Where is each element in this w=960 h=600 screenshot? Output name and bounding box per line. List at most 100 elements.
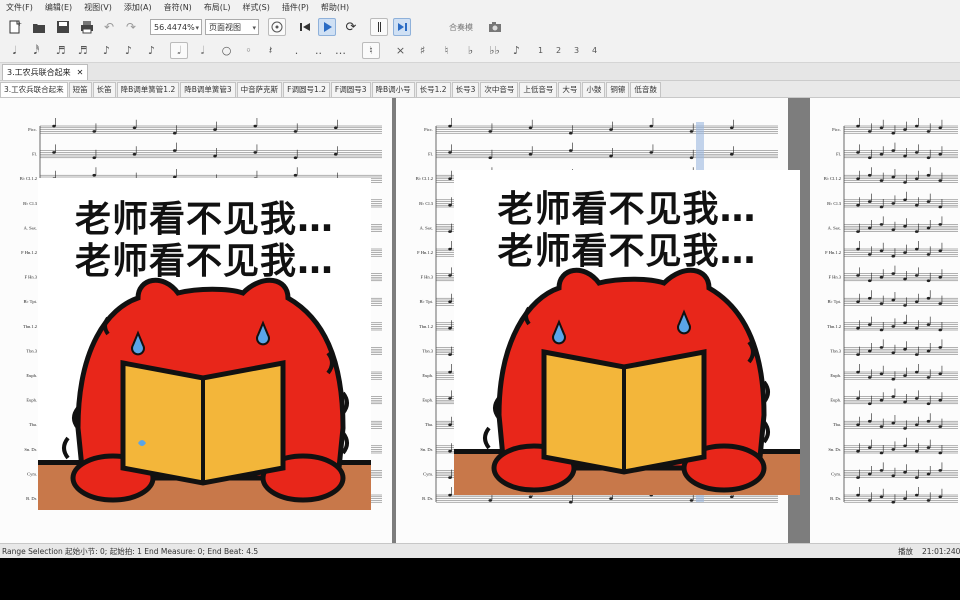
note-head[interactable] xyxy=(914,151,919,154)
voice-2-button[interactable]: 2 xyxy=(550,42,567,59)
note-head[interactable] xyxy=(867,253,872,256)
note-head[interactable] xyxy=(903,444,907,448)
note-head[interactable] xyxy=(856,493,860,497)
note-head[interactable] xyxy=(856,423,860,427)
note-head[interactable] xyxy=(938,179,943,182)
note-head[interactable] xyxy=(938,346,943,349)
note-head[interactable] xyxy=(903,181,907,184)
note-head[interactable] xyxy=(488,156,493,160)
note-head[interactable] xyxy=(938,372,943,376)
double-dot-icon[interactable]: .. xyxy=(310,42,327,59)
part-tab[interactable]: 铜镲 xyxy=(606,82,630,98)
menu-layout[interactable]: 布局(L) xyxy=(198,2,237,13)
part-tab[interactable]: 长笛 xyxy=(92,82,116,98)
note-head[interactable] xyxy=(926,419,931,423)
note-head[interactable] xyxy=(867,402,872,406)
note-head[interactable] xyxy=(568,149,573,152)
note-head[interactable] xyxy=(926,376,931,379)
menu-edit[interactable]: 编辑(E) xyxy=(39,2,78,13)
note-head[interactable] xyxy=(213,154,217,158)
camera-icon[interactable] xyxy=(486,18,504,36)
note-head[interactable] xyxy=(448,326,452,330)
note-head[interactable] xyxy=(867,419,872,423)
document-tab[interactable]: 3.工农兵联合起来 ✕ xyxy=(2,64,89,80)
menu-notes[interactable]: 音符(N) xyxy=(158,2,198,13)
note-head[interactable] xyxy=(938,425,943,428)
duration-128th-icon[interactable]: ♬ xyxy=(52,42,69,59)
triple-dot-icon[interactable]: … xyxy=(332,42,349,59)
part-tab[interactable]: 小鼓 xyxy=(582,82,606,98)
note-head[interactable] xyxy=(891,175,896,179)
note-head[interactable] xyxy=(609,154,613,158)
note-head[interactable] xyxy=(914,353,919,356)
note-head[interactable] xyxy=(448,124,452,128)
note-head[interactable] xyxy=(856,300,860,304)
open-file-icon[interactable] xyxy=(30,18,48,36)
note-head[interactable] xyxy=(172,149,177,152)
note-head[interactable] xyxy=(856,397,860,400)
note-head[interactable] xyxy=(926,499,931,502)
note-head[interactable] xyxy=(528,495,533,499)
note-head[interactable] xyxy=(867,446,872,449)
note-head[interactable] xyxy=(914,370,919,374)
note-head[interactable] xyxy=(448,230,452,233)
part-tab[interactable]: 降B调单簧管1.2 xyxy=(116,82,180,98)
note-head[interactable] xyxy=(914,397,919,400)
part-tab[interactable]: 大号 xyxy=(558,82,582,98)
note-head[interactable] xyxy=(448,151,452,154)
note-head[interactable] xyxy=(891,395,896,398)
note-head[interactable] xyxy=(938,328,943,332)
note-head[interactable] xyxy=(856,476,860,479)
note-head[interactable] xyxy=(689,156,694,160)
note-head[interactable] xyxy=(867,296,872,300)
note-head[interactable] xyxy=(938,249,943,253)
part-tab[interactable]: 短笛 xyxy=(68,82,92,98)
note-head[interactable] xyxy=(293,130,298,133)
toggle-accidental-icon[interactable]: × xyxy=(392,42,409,59)
duration-half-icon[interactable]: 𝅗𝅥 xyxy=(170,42,188,59)
note-head[interactable] xyxy=(903,497,907,500)
note-head[interactable] xyxy=(938,398,943,402)
note-head[interactable] xyxy=(52,151,56,154)
note-input-mode-icon[interactable]: 𝅘𝅥 xyxy=(6,42,23,59)
note-head[interactable] xyxy=(856,151,860,154)
note-head[interactable] xyxy=(729,152,734,156)
menu-add[interactable]: 添加(A) xyxy=(118,2,158,13)
note-head[interactable] xyxy=(891,351,896,355)
note-head[interactable] xyxy=(448,397,452,400)
note-head[interactable] xyxy=(856,177,860,181)
note-head[interactable] xyxy=(879,346,884,349)
note-head[interactable] xyxy=(914,124,919,128)
note-head[interactable] xyxy=(903,251,907,254)
note-head[interactable] xyxy=(52,124,56,128)
note-head[interactable] xyxy=(914,423,919,427)
note-head[interactable] xyxy=(448,476,452,479)
note-head[interactable] xyxy=(914,300,919,304)
note-head[interactable] xyxy=(891,500,896,504)
part-tab[interactable]: 上低音号 xyxy=(519,82,558,98)
part-tab[interactable]: 长号3 xyxy=(451,82,480,98)
note-head[interactable] xyxy=(891,298,896,302)
note-head[interactable] xyxy=(213,128,217,131)
note-head[interactable] xyxy=(879,495,884,499)
note-head[interactable] xyxy=(333,152,338,156)
note-head[interactable] xyxy=(568,500,573,504)
note-head[interactable] xyxy=(903,374,907,377)
note-head[interactable] xyxy=(879,126,884,130)
note-head[interactable] xyxy=(903,277,907,281)
redo-icon[interactable]: ↷ xyxy=(122,18,140,36)
note-head[interactable] xyxy=(253,151,258,154)
part-tab[interactable]: 长号1.2 xyxy=(415,82,451,98)
flat-icon[interactable]: ♭ xyxy=(462,42,479,59)
note-head[interactable] xyxy=(856,370,860,374)
menu-file[interactable]: 文件(F) xyxy=(0,2,39,13)
note-head[interactable] xyxy=(856,274,860,277)
note-head[interactable] xyxy=(856,353,860,356)
note-head[interactable] xyxy=(914,230,919,233)
double-flat-icon[interactable]: ♭♭ xyxy=(486,42,503,59)
note-head[interactable] xyxy=(926,226,931,230)
note-head[interactable] xyxy=(92,156,97,160)
duration-breve-icon[interactable]: ○ xyxy=(218,42,235,59)
note-head[interactable] xyxy=(729,126,734,130)
note-head[interactable] xyxy=(132,126,137,130)
